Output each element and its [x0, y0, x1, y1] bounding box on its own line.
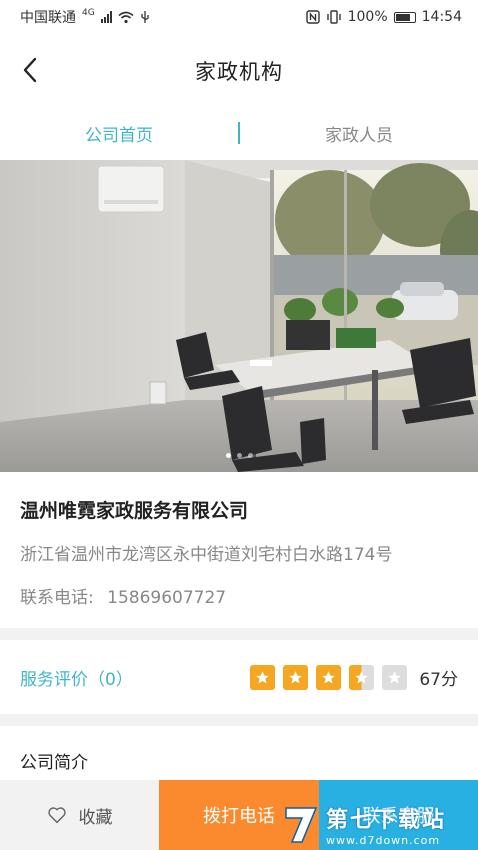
- status-left: 中国联通 4G: [20, 7, 150, 27]
- star-rating: [250, 664, 408, 690]
- status-right: 100% 14:54: [305, 9, 462, 25]
- tab-staff[interactable]: 家政人员: [240, 121, 478, 146]
- half-star-icon: [349, 664, 375, 690]
- site-watermark: 第七下载站 www.d7down.com: [282, 798, 478, 850]
- empty-star-icon: [382, 664, 408, 690]
- network-type: 4G: [82, 8, 95, 18]
- company-info-card: 温州唯霓家政服务有限公司 浙江省温州市龙湾区永中街道刘宅村白水路174号 联系电…: [0, 472, 478, 628]
- vibrate-icon: [326, 10, 341, 24]
- intro-title: 公司简介: [20, 753, 88, 773]
- tab-company-home[interactable]: 公司首页: [0, 121, 238, 146]
- carousel-dot[interactable]: [236, 453, 242, 458]
- clock: 14:54: [421, 9, 462, 25]
- star-icon: [283, 664, 309, 690]
- nav-bar: 家政机构: [0, 34, 478, 106]
- carousel-dots: [0, 453, 478, 458]
- tab-bar: 公司首页 家政人员: [0, 106, 478, 160]
- company-phone-row: 联系电话: 15869607727: [20, 583, 458, 608]
- phone-label: 联系电话:: [20, 588, 94, 608]
- wifi-icon: [118, 11, 134, 23]
- usb-icon: [141, 11, 149, 23]
- battery-percent: 100%: [347, 9, 388, 25]
- nfc-icon: [305, 10, 320, 24]
- carousel-dot[interactable]: [225, 453, 231, 458]
- office-photo: [0, 160, 478, 472]
- page-title: 家政机构: [195, 60, 283, 84]
- banner-carousel[interactable]: [0, 160, 478, 472]
- phone-number[interactable]: 15869607727: [107, 588, 226, 608]
- company-intro-section: 公司简介: [0, 726, 478, 786]
- company-name: 温州唯霓家政服务有限公司: [20, 500, 249, 522]
- carousel-dot[interactable]: [247, 453, 253, 458]
- rating-label[interactable]: 服务评价（0）: [20, 665, 133, 690]
- signal-icon: [100, 11, 112, 23]
- company-address: 浙江省温州市龙湾区永中街道刘宅村白水路174号: [20, 545, 393, 565]
- watermark-logo-icon: [285, 807, 318, 843]
- carrier-label: 中国联通: [20, 10, 76, 26]
- star-icon: [250, 664, 276, 690]
- heart-icon: [47, 807, 66, 824]
- service-rating-row[interactable]: 服务评价（0） 67分: [0, 640, 478, 714]
- star-icon: [316, 664, 342, 690]
- battery-icon: [393, 11, 416, 23]
- favorite-button[interactable]: 收藏: [0, 780, 159, 850]
- rating-score: 67分: [419, 669, 458, 690]
- status-bar: 中国联通 4G 100% 14:54: [0, 0, 478, 34]
- page: 中国联通 4G 100% 14:54 家政机构 公司首页 家政人员 温州唯霓家政…: [0, 0, 478, 850]
- watermark-url: www.d7down.com: [326, 833, 441, 847]
- favorite-label: 收藏: [78, 807, 113, 828]
- watermark-title: 第七下载站: [326, 807, 447, 833]
- watermark-text: 第七下载站 www.d7down.com: [326, 802, 446, 847]
